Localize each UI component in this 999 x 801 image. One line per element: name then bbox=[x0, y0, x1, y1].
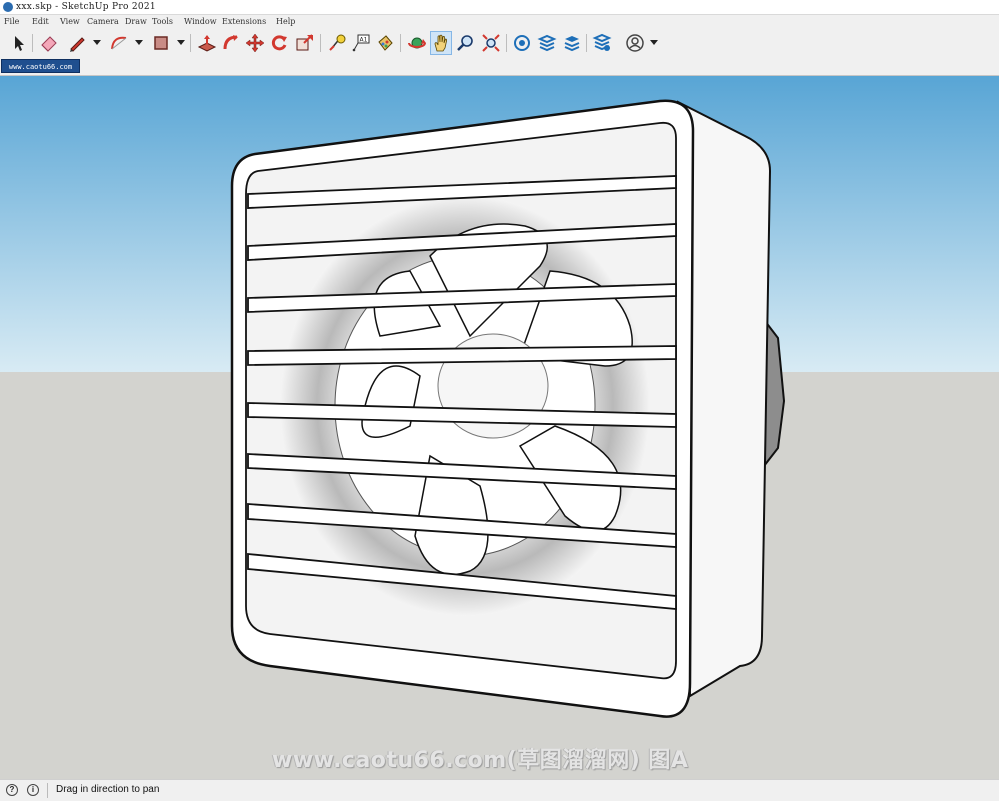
move-icon bbox=[245, 33, 265, 53]
paint-bucket-tool-button[interactable] bbox=[374, 31, 396, 55]
select-tool-button[interactable] bbox=[8, 31, 30, 55]
geo-location-icon[interactable]: ? bbox=[6, 784, 18, 796]
zoom-extents-icon bbox=[482, 34, 500, 52]
menu-view[interactable]: View bbox=[60, 15, 80, 28]
push-pull-tool-button[interactable] bbox=[196, 31, 218, 55]
text-tool-button[interactable]: A1 bbox=[350, 31, 372, 55]
info-icon[interactable]: i bbox=[27, 784, 39, 796]
arc-tool-button[interactable] bbox=[108, 31, 130, 55]
watermark-text: www.caotu66.com(草图溜溜网) 图A bbox=[272, 748, 689, 773]
eraser-icon bbox=[41, 36, 57, 52]
menu-file[interactable]: File bbox=[4, 15, 19, 28]
zoom-tool-button[interactable] bbox=[454, 31, 476, 55]
line-dropdown-chevron-down-icon[interactable] bbox=[92, 36, 101, 50]
account-icon bbox=[626, 34, 644, 52]
line-tool-button[interactable] bbox=[66, 31, 88, 55]
layout-icon bbox=[564, 36, 580, 52]
orbit-icon bbox=[408, 37, 426, 49]
3d-warehouse-button[interactable] bbox=[511, 31, 533, 55]
shapes-tool-button[interactable] bbox=[150, 31, 172, 55]
account-dropdown-chevron-down-icon[interactable] bbox=[649, 36, 658, 50]
sketchup-logo-icon bbox=[3, 2, 13, 12]
menu-bar: File Edit View Camera Draw Tools Window … bbox=[0, 15, 999, 28]
follow-me-tool-button[interactable] bbox=[220, 31, 242, 55]
menu-window[interactable]: Window bbox=[184, 15, 217, 28]
large-tool-set-toolbar: A1 bbox=[0, 28, 999, 59]
menu-draw[interactable]: Draw bbox=[125, 15, 147, 28]
scene-tab-strip: www.caotu66.com bbox=[0, 58, 999, 75]
shapes-dropdown-chevron-down-icon[interactable] bbox=[176, 36, 185, 50]
move-tool-button[interactable] bbox=[244, 31, 266, 55]
arrow-cursor-icon bbox=[15, 36, 24, 51]
window-title: xxx.skp - SketchUp Pro 2021 bbox=[16, 2, 156, 12]
layout-button[interactable] bbox=[561, 31, 583, 55]
menu-extensions[interactable]: Extensions bbox=[222, 15, 266, 28]
menu-tools[interactable]: Tools bbox=[152, 15, 173, 28]
pan-tool-button[interactable] bbox=[430, 31, 452, 55]
rotate-tool-button[interactable] bbox=[268, 31, 290, 55]
tape-measure-icon bbox=[329, 34, 346, 51]
status-message: Drag in direction to pan bbox=[56, 784, 160, 795]
extension-manager-icon bbox=[592, 33, 612, 51]
extension-manager-button[interactable] bbox=[591, 31, 613, 55]
warehouse-icon bbox=[514, 35, 530, 51]
zoom-extents-tool-button[interactable] bbox=[480, 31, 502, 55]
extension-warehouse-icon bbox=[537, 34, 557, 52]
orbit-tool-button[interactable] bbox=[406, 31, 428, 55]
svg-text:A1: A1 bbox=[360, 37, 368, 44]
fan-model-scene bbox=[0, 76, 999, 779]
text-icon: A1 bbox=[352, 34, 370, 52]
scale-icon bbox=[296, 34, 313, 51]
eraser-tool-button[interactable] bbox=[38, 31, 60, 55]
account-button[interactable] bbox=[624, 31, 646, 55]
rotate-icon bbox=[271, 35, 287, 51]
rectangle-icon bbox=[154, 36, 168, 50]
status-bar: ? i Drag in direction to pan bbox=[0, 779, 999, 801]
title-bar: xxx.skp - SketchUp Pro 2021 bbox=[0, 0, 999, 15]
extension-warehouse-button[interactable] bbox=[536, 31, 558, 55]
zoom-icon bbox=[457, 35, 473, 51]
menu-help[interactable]: Help bbox=[276, 15, 295, 28]
arc-dropdown-chevron-down-icon[interactable] bbox=[134, 36, 143, 50]
model-viewport[interactable] bbox=[0, 75, 999, 779]
follow-me-icon bbox=[223, 35, 238, 50]
scale-tool-button[interactable] bbox=[294, 31, 316, 55]
push-pull-icon bbox=[197, 35, 217, 52]
tape-measure-tool-button[interactable] bbox=[326, 31, 348, 55]
menu-edit[interactable]: Edit bbox=[32, 15, 49, 28]
menu-camera[interactable]: Camera bbox=[87, 15, 119, 28]
pencil-icon bbox=[70, 37, 85, 52]
scene-tab[interactable]: www.caotu66.com bbox=[1, 59, 80, 73]
pan-hand-icon bbox=[434, 34, 448, 52]
arc-icon bbox=[111, 36, 127, 50]
paint-bucket-icon bbox=[378, 35, 393, 51]
